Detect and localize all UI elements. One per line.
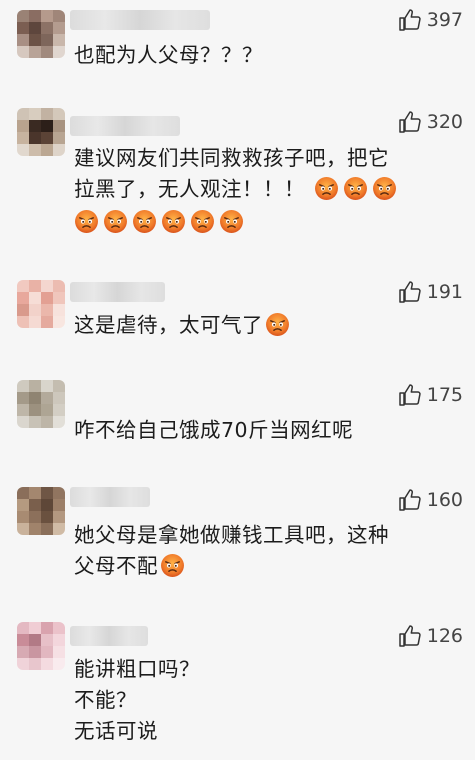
avatar[interactable]: [17, 380, 65, 428]
like-button[interactable]: 191: [398, 280, 463, 304]
like-button[interactable]: 397: [398, 8, 463, 32]
angry-face-icon: [314, 176, 339, 201]
thumbs-up-icon: [398, 281, 421, 303]
thumbs-up-icon: [398, 384, 421, 406]
username-blurred[interactable]: [70, 626, 148, 646]
like-button[interactable]: 175: [398, 383, 463, 407]
angry-face-icon: [265, 312, 290, 337]
comment-text: 咋不给自己饿成70斤当网红呢: [74, 418, 354, 442]
like-count: 160: [426, 489, 463, 511]
username-blurred[interactable]: [70, 282, 165, 302]
angry-face-icon: [160, 553, 185, 578]
thumbs-up-icon: [398, 111, 421, 133]
comment-text: 建议网友们共同救救孩子吧，把它 拉黑了，无人观注！！！: [74, 143, 459, 238]
comment-text: 这是虐待，太可气了: [74, 310, 459, 341]
comment-text: 也配为人父母？？？: [74, 43, 263, 67]
thumbs-up-icon: [398, 9, 421, 31]
angry-face-icon: [74, 209, 99, 234]
angry-face-icon: [219, 209, 244, 234]
username-blurred[interactable]: [70, 10, 210, 30]
like-count: 397: [426, 9, 463, 31]
username-blurred[interactable]: [70, 487, 150, 507]
angry-face-icon: [132, 209, 157, 234]
like-count: 126: [426, 625, 463, 647]
like-count: 320: [426, 111, 463, 133]
angry-face-icon: [161, 209, 186, 234]
comment-text: 能讲粗口吗？ 不能？ 无话可说: [74, 657, 200, 743]
angry-face-icon: [372, 176, 397, 201]
like-count: 191: [426, 281, 463, 303]
angry-face-icon: [190, 209, 215, 234]
comment-text: 她父母是拿她做赚钱工具吧，这种 父母不配: [74, 523, 389, 578]
thumbs-up-icon: [398, 625, 421, 647]
like-button[interactable]: 160: [398, 488, 463, 512]
avatar[interactable]: [17, 108, 65, 156]
like-button[interactable]: 320: [398, 110, 463, 134]
angry-face-icon: [103, 209, 128, 234]
avatar[interactable]: [17, 487, 65, 535]
angry-face-icon: [343, 176, 368, 201]
thumbs-up-icon: [398, 489, 421, 511]
username-blurred[interactable]: [70, 116, 180, 136]
like-button[interactable]: 126: [398, 624, 463, 648]
avatar[interactable]: [17, 10, 65, 58]
avatar[interactable]: [17, 280, 65, 328]
avatar[interactable]: [17, 622, 65, 670]
like-count: 175: [426, 384, 463, 406]
